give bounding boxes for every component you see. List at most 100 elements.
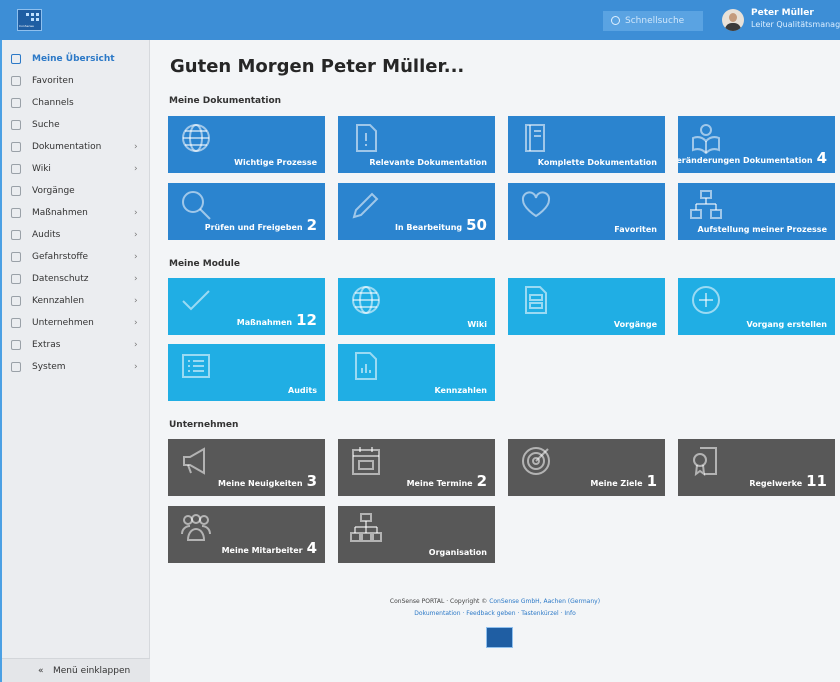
sidebar-item-label: Dokumentation xyxy=(32,142,102,152)
sidebar-item[interactable]: System › xyxy=(2,356,150,378)
footer-link[interactable]: Tastenkürzel xyxy=(521,610,558,617)
target-icon xyxy=(522,447,550,475)
check-icon xyxy=(182,290,210,311)
footer-link[interactable]: Dokumentation xyxy=(414,610,460,617)
tile-label: Wichtige Prozesse xyxy=(234,158,317,167)
dashboard-tile[interactable]: Organisation xyxy=(338,506,495,563)
list-icon xyxy=(11,230,21,240)
dashboard-tile[interactable]: In Bearbeitung 50 xyxy=(338,183,495,240)
tile-count: 50 xyxy=(466,216,487,234)
tile-label: Kennzahlen xyxy=(434,386,488,395)
dashboard-tile[interactable]: Favoriten xyxy=(508,183,665,240)
dashboard-tile[interactable]: Komplette Dokumentation xyxy=(508,116,665,173)
activity-icon xyxy=(11,98,21,108)
section-title-documentation: Meine Dokumentation xyxy=(169,96,282,106)
sidebar-item[interactable]: Kennzahlen › xyxy=(2,290,150,312)
dashboard-tile[interactable]: Meine Ziele 1 xyxy=(508,439,665,496)
footer: ConSense PORTAL · Copyright © ConSense G… xyxy=(150,598,840,617)
sidebar-item-label: Vorgänge xyxy=(32,186,75,196)
dashboard-tile[interactable]: Wichtige Prozesse xyxy=(168,116,325,173)
search-icon xyxy=(11,120,21,130)
pencil-icon xyxy=(352,192,379,219)
footer-link[interactable]: Feedback geben xyxy=(466,610,515,617)
tile-label: Meine Ziele xyxy=(590,479,643,488)
chart-icon xyxy=(355,352,377,380)
tile-label: Maßnahmen xyxy=(236,318,293,327)
chevron-right-icon: › xyxy=(134,208,138,218)
sidebar-item[interactable]: Channels xyxy=(2,92,150,114)
file-icon xyxy=(525,286,547,314)
footer-link[interactable]: Info xyxy=(564,610,575,617)
tile-count: 2 xyxy=(306,216,317,234)
file-icon xyxy=(11,186,21,196)
dashboard-tile[interactable]: Kennzahlen xyxy=(338,344,495,401)
flow-icon xyxy=(690,190,722,219)
dashboard-tile[interactable]: Vorgang erstellen xyxy=(678,278,835,335)
doc-alert-icon xyxy=(356,124,377,152)
dashboard-tile[interactable]: Wiki xyxy=(338,278,495,335)
tile-label: Komplette Dokumentation xyxy=(537,158,657,167)
sidebar-item[interactable]: Datenschutz › xyxy=(2,268,150,290)
sidebar-item[interactable]: Favoriten xyxy=(2,70,150,92)
dashboard-tile[interactable]: Regelwerke 11 xyxy=(678,439,835,496)
collapse-menu-button[interactable]: « Menü einklappen xyxy=(2,658,150,682)
certificate-icon xyxy=(693,447,717,477)
tile-label: Veränderungen Dokumentation xyxy=(678,156,813,165)
sidebar-item-label: Favoriten xyxy=(32,76,74,86)
dashboard-tile[interactable]: Aufstellung meiner Prozesse xyxy=(678,183,835,240)
dashboard-tile[interactable]: Vorgänge xyxy=(508,278,665,335)
sidebar-item[interactable]: Extras › xyxy=(2,334,150,356)
user-role: Leiter Qualitätsmanagement xyxy=(751,20,840,29)
tile-count: 2 xyxy=(476,472,487,490)
sidebar-item[interactable]: Unternehmen › xyxy=(2,312,150,334)
dashboard-tile[interactable]: Audits xyxy=(168,344,325,401)
dashboard-tile[interactable]: Maßnahmen 12 xyxy=(168,278,325,335)
chevron-right-icon: › xyxy=(134,296,138,306)
bar-chart-icon xyxy=(11,340,21,350)
double-chevron-left-icon: « xyxy=(38,666,44,676)
search-input[interactable]: Schnellsuche xyxy=(603,11,703,31)
sidebar-item-label: Audits xyxy=(32,230,61,240)
tile-label: Meine Termine xyxy=(406,479,473,488)
sidebar-item[interactable]: Vorgänge xyxy=(2,180,150,202)
user-name[interactable]: Peter Müller xyxy=(751,8,814,18)
sidebar-item[interactable]: Maßnahmen › xyxy=(2,202,150,224)
book-icon xyxy=(525,124,545,152)
sidebar-item-label: Gefahrstoffe xyxy=(32,252,89,262)
sidebar-item[interactable]: Gefahrstoffe › xyxy=(2,246,150,268)
copyright-link[interactable]: ConSense GmbH, Aachen (Germany) xyxy=(489,598,600,605)
sidebar-item[interactable]: Wiki › xyxy=(2,158,150,180)
tile-label: Meine Neuigkeiten xyxy=(218,479,303,488)
dashboard-tile[interactable]: Meine Termine 2 xyxy=(338,439,495,496)
dashboard-tile[interactable]: Meine Neuigkeiten 3 xyxy=(168,439,325,496)
tile-label: Favoriten xyxy=(614,225,657,234)
sidebar-item[interactable]: Audits › xyxy=(2,224,150,246)
dashboard-tile[interactable]: Relevante Dokumentation xyxy=(338,116,495,173)
shield-icon xyxy=(11,274,21,284)
dashboard-tile[interactable]: Meine Mitarbeiter 4 xyxy=(168,506,325,563)
sidebar-item[interactable]: Suche xyxy=(2,114,150,136)
heart-icon xyxy=(521,191,551,218)
dashboard-tile[interactable]: Veränderungen Dokumentation 4 xyxy=(678,116,835,173)
logo-text: ConSense xyxy=(19,24,34,28)
megaphone-icon xyxy=(183,447,205,475)
sidebar-item-label: Suche xyxy=(32,120,60,130)
globe-icon xyxy=(182,124,210,152)
org-icon xyxy=(350,513,382,542)
sidebar-item[interactable]: Dokumentation › xyxy=(2,136,150,158)
tile-label: Vorgänge xyxy=(613,320,657,329)
avatar[interactable] xyxy=(722,9,744,31)
chevron-right-icon: › xyxy=(134,362,138,372)
consense-logo[interactable]: ConSense xyxy=(17,9,42,31)
tile-count: 1 xyxy=(646,472,657,490)
tile-label: Aufstellung meiner Prozesse xyxy=(697,225,827,234)
tile-label: Regelwerke xyxy=(749,479,803,488)
chevron-right-icon: › xyxy=(134,142,138,152)
sidebar-item-label: Maßnahmen xyxy=(32,208,88,218)
sidebar-item[interactable]: Meine Übersicht xyxy=(2,48,150,70)
tile-count: 11 xyxy=(806,472,827,490)
tile-label: Meine Mitarbeiter xyxy=(221,546,303,555)
search-icon xyxy=(611,16,620,25)
dashboard-tile[interactable]: Prüfen und Freigeben 2 xyxy=(168,183,325,240)
footer-logo[interactable] xyxy=(486,627,513,648)
